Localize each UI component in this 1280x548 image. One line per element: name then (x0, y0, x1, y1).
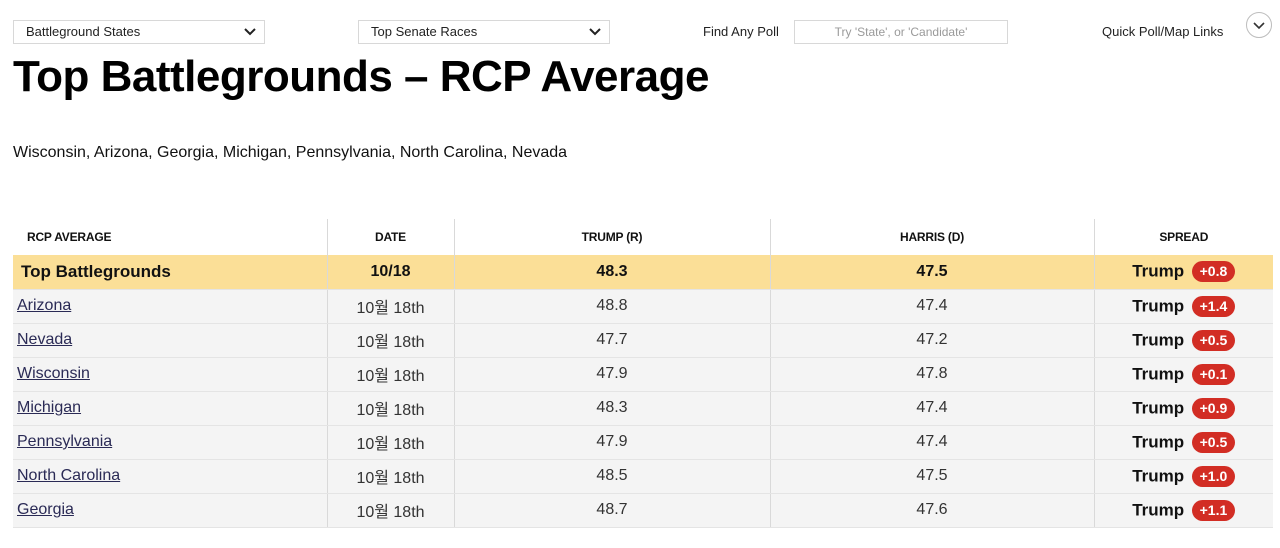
spread-badge: +1.4 (1191, 295, 1236, 317)
chevron-down-icon (1253, 22, 1265, 30)
date-cell: 10월 18th (327, 425, 455, 460)
state-cell: Arizona (13, 289, 328, 324)
date-cell: 10월 18th (327, 459, 455, 494)
top-senate-races-select-label: Top Senate Races (371, 24, 478, 39)
top-senate-races-select[interactable]: Top Senate Races (358, 20, 610, 44)
harris-cell: 47.8 (770, 357, 1095, 392)
state-cell: Georgia (13, 493, 328, 528)
spread-cell: Trump +0.5 (1094, 425, 1273, 460)
page-title: Top Battlegrounds – RCP Average (13, 52, 709, 101)
page-subtitle: Wisconsin, Arizona, Georgia, Michigan, P… (13, 144, 568, 161)
trump-cell: 48.5 (454, 459, 771, 494)
chevron-down-icon (244, 28, 256, 36)
top-nav-bar: Battleground States Top Senate Races Fin… (13, 12, 1275, 46)
average-row: Top Battlegrounds 10/18 48.3 47.5 Trump … (13, 255, 1273, 290)
spread-leader: Trump (1132, 261, 1185, 281)
state-link[interactable]: Pennsylvania (17, 433, 112, 450)
table-row: Pennsylvania 10월 18th 47.9 47.4 Trump +0… (13, 425, 1273, 460)
state-link[interactable]: Michigan (17, 399, 81, 416)
spread-cell: Trump +0.9 (1094, 391, 1273, 426)
spread-leader: Trump (1132, 330, 1185, 349)
state-cell: Pennsylvania (13, 425, 328, 460)
battleground-states-select-label: Battleground States (26, 24, 141, 39)
rcp-average-table: RCP AVERAGE DATE TRUMP (R) HARRIS (D) SP… (13, 219, 1273, 528)
harris-cell: 47.6 (770, 493, 1095, 528)
spread-leader: Trump (1132, 296, 1185, 315)
average-name: Top Battlegrounds (13, 255, 328, 290)
date-cell: 10월 18th (327, 289, 455, 324)
date-cell: 10월 18th (327, 493, 455, 528)
state-link[interactable]: Nevada (17, 331, 72, 348)
state-link[interactable]: Wisconsin (17, 365, 90, 382)
trump-cell: 47.9 (454, 357, 771, 392)
spread-badge: +1.1 (1191, 499, 1236, 521)
spread-leader: Trump (1132, 500, 1185, 519)
table-row: Nevada 10월 18th 47.7 47.2 Trump +0.5 (13, 323, 1273, 358)
average-trump: 48.3 (454, 255, 771, 290)
state-link[interactable]: Arizona (17, 297, 71, 314)
state-cell: Michigan (13, 391, 328, 426)
spread-badge: +0.9 (1191, 397, 1236, 419)
table-row: North Carolina 10월 18th 48.5 47.5 Trump … (13, 459, 1273, 494)
spread-cell: Trump +1.4 (1094, 289, 1273, 324)
state-cell: North Carolina (13, 459, 328, 494)
state-cell: Wisconsin (13, 357, 328, 392)
harris-cell: 47.4 (770, 425, 1095, 460)
date-cell: 10월 18th (327, 357, 455, 392)
state-link[interactable]: Georgia (17, 501, 74, 518)
chevron-down-icon (589, 28, 601, 36)
spread-badge: +0.8 (1191, 261, 1236, 283)
state-cell: Nevada (13, 323, 328, 358)
spread-badge: +0.5 (1191, 329, 1236, 351)
table-row: Arizona 10월 18th 48.8 47.4 Trump +1.4 (13, 289, 1273, 324)
spread-leader: Trump (1132, 398, 1185, 417)
table-row: Wisconsin 10월 18th 47.9 47.8 Trump +0.1 (13, 357, 1273, 392)
average-spread: Trump +0.8 (1094, 255, 1273, 290)
trump-cell: 48.7 (454, 493, 771, 528)
date-cell: 10월 18th (327, 323, 455, 358)
spread-leader: Trump (1132, 466, 1185, 485)
quick-links-toggle-button[interactable] (1246, 12, 1272, 38)
table-row: Michigan 10월 18th 48.3 47.4 Trump +0.9 (13, 391, 1273, 426)
spread-leader: Trump (1132, 432, 1185, 451)
average-date: 10/18 (327, 255, 455, 290)
table-header-row: RCP AVERAGE DATE TRUMP (R) HARRIS (D) SP… (13, 219, 1273, 255)
spread-cell: Trump +0.1 (1094, 357, 1273, 392)
battleground-states-select[interactable]: Battleground States (13, 20, 265, 44)
spread-badge: +0.1 (1191, 363, 1236, 385)
trump-cell: 47.7 (454, 323, 771, 358)
header-harris: HARRIS (D) (770, 219, 1095, 255)
header-spread: SPREAD (1094, 219, 1273, 255)
trump-cell: 48.8 (454, 289, 771, 324)
spread-badge: +1.0 (1191, 465, 1236, 487)
header-rcp-average: RCP AVERAGE (13, 219, 328, 255)
header-date: DATE (327, 219, 455, 255)
harris-cell: 47.4 (770, 289, 1095, 324)
harris-cell: 47.4 (770, 391, 1095, 426)
find-any-poll-label: Find Any Poll (703, 24, 779, 39)
state-link[interactable]: North Carolina (17, 467, 120, 484)
harris-cell: 47.5 (770, 459, 1095, 494)
spread-cell: Trump +0.5 (1094, 323, 1273, 358)
trump-cell: 47.9 (454, 425, 771, 460)
harris-cell: 47.2 (770, 323, 1095, 358)
average-harris: 47.5 (770, 255, 1095, 290)
spread-cell: Trump +1.1 (1094, 493, 1273, 528)
date-cell: 10월 18th (327, 391, 455, 426)
quick-links-label[interactable]: Quick Poll/Map Links (1102, 24, 1223, 39)
spread-badge: +0.5 (1191, 431, 1236, 453)
spread-cell: Trump +1.0 (1094, 459, 1273, 494)
trump-cell: 48.3 (454, 391, 771, 426)
find-poll-search-input[interactable] (794, 20, 1008, 44)
spread-leader: Trump (1132, 364, 1185, 383)
table-row: Georgia 10월 18th 48.7 47.6 Trump +1.1 (13, 493, 1273, 528)
header-trump: TRUMP (R) (454, 219, 771, 255)
